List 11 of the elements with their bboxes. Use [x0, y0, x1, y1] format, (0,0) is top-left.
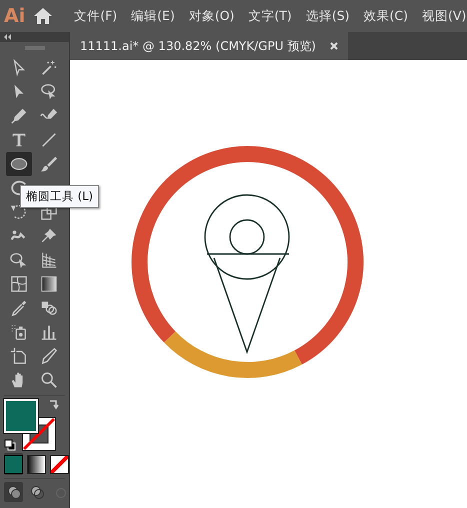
menu-item[interactable]: 文件(F): [67, 6, 124, 26]
menu-item[interactable]: 对象(O): [182, 6, 242, 26]
tooltip: 椭圆工具 (L): [20, 185, 100, 208]
document-title: 11111.ai* @ 130.82% (CMYK/GPU 预览): [80, 38, 316, 55]
menu-item[interactable]: 文字(T): [241, 6, 299, 26]
menu-item[interactable]: 选择(S): [298, 6, 357, 26]
app-logo: Ai: [4, 4, 26, 29]
menu-item[interactable]: 编辑(E): [124, 6, 182, 26]
menu-item[interactable]: 视图(V): [415, 6, 467, 26]
menu-item[interactable]: 效果(C): [356, 6, 415, 26]
document-tab[interactable]: 11111.ai* @ 130.82% (CMYK/GPU 预览): [70, 32, 348, 60]
